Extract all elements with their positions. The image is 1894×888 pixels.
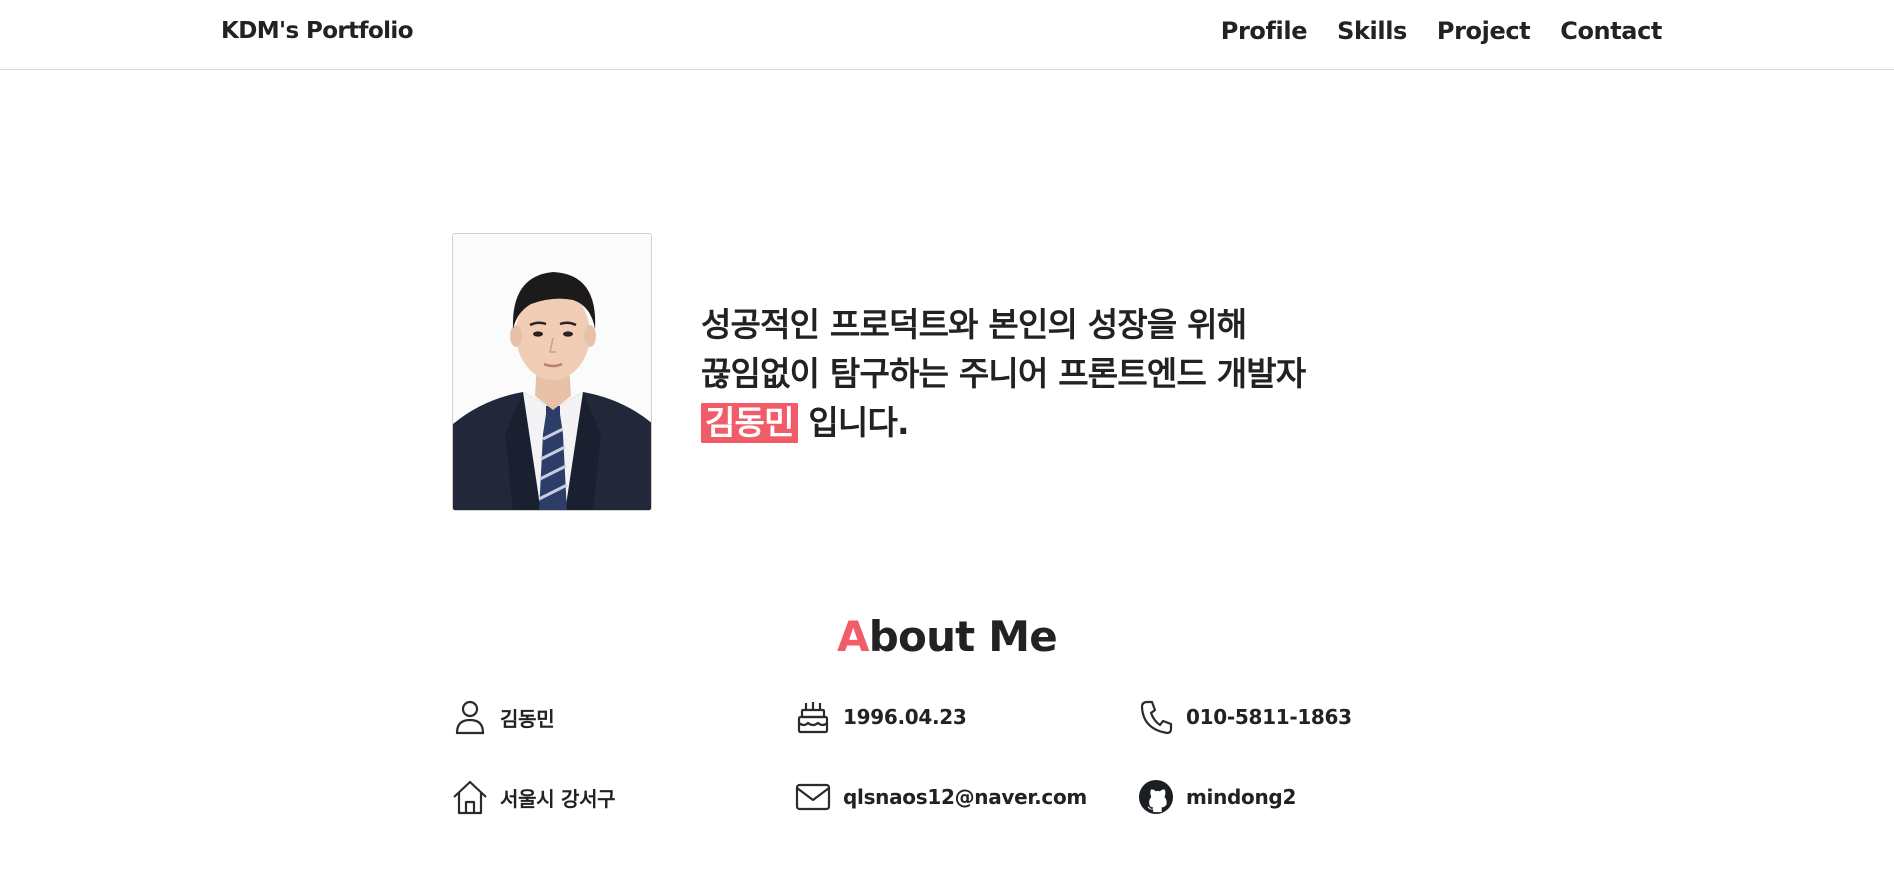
nav-item-project[interactable]: Project [1437, 17, 1531, 45]
about-item-birthday-text: 1996.04.23 [843, 705, 967, 729]
about-item-email: qlsnaos12@naver.com [795, 778, 1087, 816]
intro-line-2: 끊임없이 탐구하는 주니어 프론트엔드 개발자 [701, 354, 1306, 393]
about-item-github: mindong2 [1138, 778, 1296, 816]
intro-line-3-suffix: 입니다. [797, 403, 909, 442]
cake-icon [795, 698, 831, 736]
person-icon [452, 698, 488, 736]
intro-text: 성공적인 프로덕트와 본인의 성장을 위해 끊임없이 탐구하는 주니어 프론트엔… [701, 300, 1306, 447]
about-item-phone-text: 010-5811-1863 [1186, 705, 1352, 729]
main-nav: Profile Skills Project Contact [1221, 17, 1663, 45]
nav-item-profile[interactable]: Profile [1221, 17, 1308, 45]
name-highlight: 김동민 [701, 403, 798, 443]
home-icon [452, 778, 488, 816]
nav-item-skills[interactable]: Skills [1337, 17, 1407, 45]
phone-icon [1138, 698, 1174, 736]
about-item-address-text: 서울시 강서구 [500, 786, 616, 811]
top-navigation-bar: KDM's Portfolio Profile Skills Project C… [0, 0, 1894, 70]
email-link[interactable]: qlsnaos12@naver.com [843, 785, 1087, 809]
mail-icon [795, 778, 831, 816]
about-item-name-text: 김동민 [500, 706, 555, 731]
about-item-phone: 010-5811-1863 [1138, 698, 1352, 736]
about-title-rest: bout Me [868, 612, 1058, 661]
about-me-title: About Me [0, 612, 1894, 661]
about-item-address: 서울시 강서구 [452, 778, 616, 816]
profile-photo [452, 233, 652, 511]
intro-line-1: 성공적인 프로덕트와 본인의 성장을 위해 [701, 305, 1247, 344]
profile-photo-illustration [453, 234, 651, 510]
brand-title[interactable]: KDM's Portfolio [221, 18, 414, 44]
about-item-birthday: 1996.04.23 [795, 698, 967, 736]
intro-line-3: 김동민 입니다. [701, 398, 1305, 447]
github-icon[interactable] [1138, 778, 1174, 816]
about-item-name: 김동민 [452, 698, 555, 736]
github-link[interactable]: mindong2 [1186, 785, 1296, 809]
nav-item-contact[interactable]: Contact [1560, 17, 1662, 45]
about-title-accent: A [837, 612, 870, 661]
